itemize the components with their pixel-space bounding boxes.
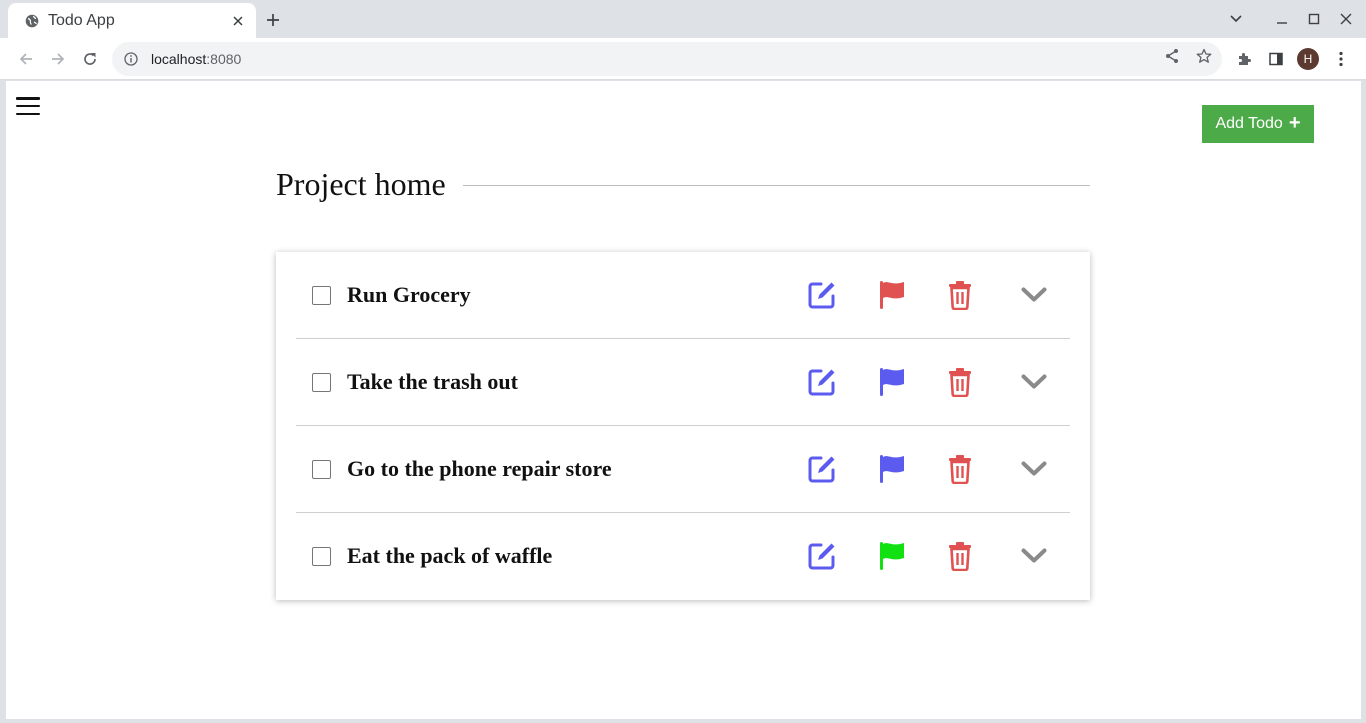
edit-icon[interactable] — [805, 365, 839, 399]
profile-avatar[interactable]: H — [1297, 48, 1319, 70]
tab-title: Todo App — [48, 11, 115, 29]
trash-icon[interactable] — [943, 365, 977, 399]
add-todo-button[interactable]: Add Todo + — [1202, 105, 1314, 143]
chevron-down-icon[interactable] — [1017, 278, 1051, 312]
edit-icon[interactable] — [805, 278, 839, 312]
bookmark-star-icon[interactable] — [1195, 47, 1213, 65]
edit-icon[interactable] — [805, 539, 839, 573]
close-icon[interactable] — [230, 13, 246, 29]
flag-icon[interactable] — [875, 365, 909, 399]
chevron-down-icon[interactable] — [1017, 452, 1051, 486]
chevron-down-icon[interactable] — [1017, 539, 1051, 573]
todo-item: Go to the phone repair store — [296, 426, 1070, 513]
url-port: :8080 — [206, 51, 242, 67]
todo-item: Run Grocery — [296, 252, 1070, 339]
page-viewport: Add Todo + Project home Run Grocery Take… — [6, 81, 1361, 719]
todo-item: Eat the pack of waffle — [296, 513, 1070, 600]
side-panel-icon[interactable] — [1266, 49, 1286, 69]
trash-icon[interactable] — [943, 539, 977, 573]
todo-item: Take the trash out — [296, 339, 1070, 426]
hamburger-menu-icon[interactable] — [16, 97, 40, 115]
todo-checkbox[interactable] — [312, 547, 331, 566]
todo-title: Run Grocery — [347, 282, 471, 307]
minimize-icon[interactable] — [1275, 12, 1289, 26]
window-close-icon[interactable] — [1339, 12, 1353, 26]
browser-toolbar: localhost:8080 — [0, 38, 1366, 80]
kebab-menu-icon[interactable] — [1331, 49, 1351, 69]
todo-title: Take the trash out — [347, 369, 518, 394]
forward-icon[interactable] — [48, 49, 68, 69]
back-icon[interactable] — [16, 49, 36, 69]
todo-list: Run Grocery Take the trash out Go to the… — [276, 252, 1090, 600]
browser-tab[interactable]: Todo App — [8, 3, 256, 38]
info-icon[interactable] — [124, 52, 138, 66]
tab-search-icon[interactable] — [1229, 12, 1243, 26]
title-divider — [463, 185, 1090, 186]
page-title: Project home — [276, 166, 446, 202]
flag-icon[interactable] — [875, 539, 909, 573]
share-icon[interactable] — [1163, 47, 1181, 65]
todo-title: Go to the phone repair store — [347, 456, 612, 481]
trash-icon[interactable] — [943, 452, 977, 486]
extensions-icon[interactable] — [1234, 49, 1254, 69]
globe-icon — [25, 14, 39, 28]
maximize-icon[interactable] — [1307, 12, 1321, 26]
address-bar[interactable]: localhost:8080 — [112, 42, 1222, 76]
todo-checkbox[interactable] — [312, 373, 331, 392]
trash-icon[interactable] — [943, 278, 977, 312]
reload-icon[interactable] — [80, 49, 100, 69]
add-todo-label: Add Todo — [1215, 115, 1283, 132]
todo-checkbox[interactable] — [312, 286, 331, 305]
tab-strip: Todo App — [0, 0, 1366, 38]
flag-icon[interactable] — [875, 278, 909, 312]
flag-icon[interactable] — [875, 452, 909, 486]
new-tab-button[interactable] — [264, 11, 282, 29]
url-host: localhost — [151, 51, 207, 67]
todo-checkbox[interactable] — [312, 460, 331, 479]
plus-icon: + — [1288, 112, 1301, 134]
todo-title: Eat the pack of waffle — [347, 543, 553, 568]
chevron-down-icon[interactable] — [1017, 365, 1051, 399]
edit-icon[interactable] — [805, 452, 839, 486]
